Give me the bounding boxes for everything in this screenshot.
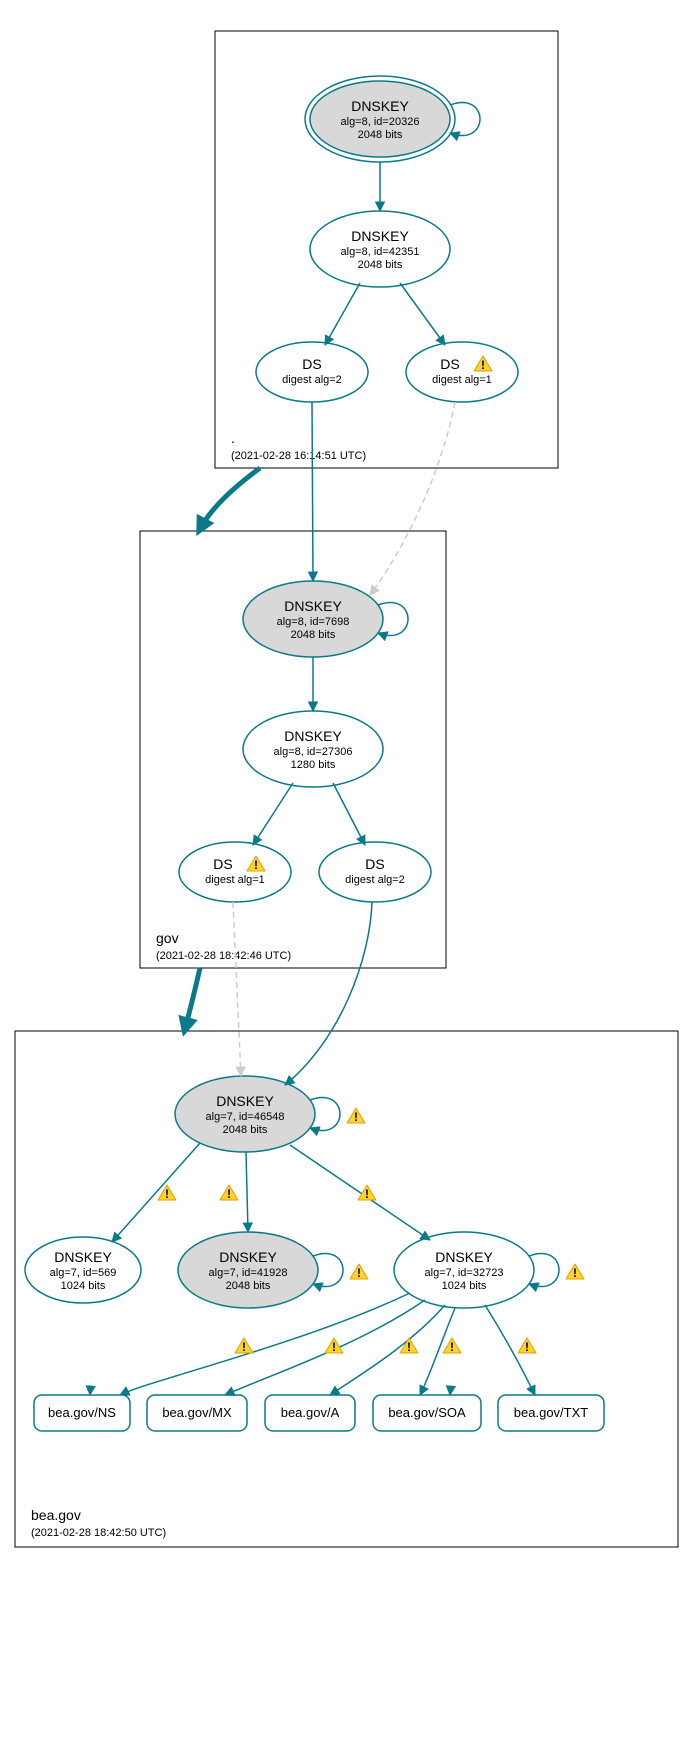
warning-icon: ! bbox=[220, 1185, 238, 1201]
warning-icon: ! bbox=[350, 1264, 368, 1280]
root-ds1-title: DS bbox=[440, 356, 459, 372]
warning-icon: ! bbox=[400, 1338, 418, 1354]
leaf-ns-label: bea.gov/NS bbox=[48, 1405, 116, 1420]
dnskey-569-l2: 1024 bits bbox=[61, 1280, 106, 1292]
warning-icon: ! bbox=[566, 1264, 584, 1280]
edge-27306-ds1 bbox=[253, 783, 293, 845]
dnskey-42351-title: DNSKEY bbox=[351, 228, 409, 244]
svg-text:!: ! bbox=[357, 1266, 361, 1280]
dnskey-7698-l2: 2048 bits bbox=[291, 629, 336, 641]
node-ds-alg1-gov bbox=[179, 842, 291, 902]
svg-text:!: ! bbox=[332, 1340, 336, 1354]
dnskey-46548-l1: alg=7, id=46548 bbox=[206, 1111, 285, 1123]
leaf-a-label: bea.gov/A bbox=[281, 1405, 340, 1420]
dnskey-27306-l1: alg=8, id=27306 bbox=[274, 746, 353, 758]
edge-32723-ns bbox=[120, 1293, 410, 1395]
warning-icon: ! bbox=[443, 1338, 461, 1354]
dnskey-7698-title: DNSKEY bbox=[284, 598, 342, 614]
edge-zone-gov-bea bbox=[185, 968, 200, 1029]
svg-text:!: ! bbox=[242, 1340, 246, 1354]
leaf-mx-label: bea.gov/MX bbox=[162, 1405, 232, 1420]
edge-32723-mx bbox=[225, 1300, 425, 1395]
edge-root-ds2-gov-7698 bbox=[312, 402, 313, 581]
zone-bea-timestamp: (2021-02-28 18:42:50 UTC) bbox=[31, 1527, 166, 1539]
dnskey-27306-l2: 1280 bits bbox=[291, 759, 336, 771]
dnskey-41928-l1: alg=7, id=41928 bbox=[209, 1267, 288, 1279]
svg-text:!: ! bbox=[254, 858, 258, 872]
root-ds1-l1: digest alg=1 bbox=[432, 374, 492, 386]
gov-ds2-l1: digest alg=2 bbox=[345, 874, 405, 886]
svg-text:!: ! bbox=[227, 1187, 231, 1201]
dnskey-42351-l2: 2048 bits bbox=[358, 259, 403, 271]
gov-ds1-title: DS bbox=[213, 856, 232, 872]
leaf-soa-label: bea.gov/SOA bbox=[388, 1405, 466, 1420]
zone-gov-label: gov bbox=[156, 930, 179, 946]
warning-icon: ! bbox=[347, 1108, 365, 1124]
svg-text:!: ! bbox=[481, 358, 485, 372]
dnskey-20326-title: DNSKEY bbox=[351, 98, 409, 114]
node-ds-alg2-gov bbox=[319, 842, 431, 902]
dnskey-569-title: DNSKEY bbox=[54, 1249, 112, 1265]
dnskey-20326-l2: 2048 bits bbox=[358, 129, 403, 141]
node-ds-alg1-root bbox=[406, 342, 518, 402]
edge-32723-a bbox=[330, 1305, 445, 1395]
dnskey-41928-title: DNSKEY bbox=[219, 1249, 277, 1265]
dnskey-32723-title: DNSKEY bbox=[435, 1249, 493, 1265]
dnskey-27306-title: DNSKEY bbox=[284, 728, 342, 744]
dnskey-46548-l2: 2048 bits bbox=[223, 1124, 268, 1136]
dnskey-20326-l1: alg=8, id=20326 bbox=[341, 116, 420, 128]
dnskey-32723-l2: 1024 bits bbox=[442, 1280, 487, 1292]
node-ds-alg2-root bbox=[256, 342, 368, 402]
dnskey-42351-l1: alg=8, id=42351 bbox=[341, 246, 420, 258]
svg-text:!: ! bbox=[354, 1110, 358, 1124]
dnskey-41928-l2: 2048 bits bbox=[226, 1280, 271, 1292]
warning-icon: ! bbox=[518, 1338, 536, 1354]
dnssec-diagram: . (2021-02-28 16:14:51 UTC) DNSKEY alg=8… bbox=[0, 0, 691, 1762]
svg-text:!: ! bbox=[525, 1340, 529, 1354]
dnskey-46548-title: DNSKEY bbox=[216, 1093, 274, 1109]
dnskey-569-l1: alg=7, id=569 bbox=[50, 1267, 117, 1279]
edge-46548-32723 bbox=[290, 1145, 430, 1240]
edge-zone-root-gov bbox=[200, 468, 260, 529]
edge-gov-ds1-bea-46548 bbox=[233, 902, 241, 1076]
svg-text:!: ! bbox=[450, 1340, 454, 1354]
svg-text:!: ! bbox=[573, 1266, 577, 1280]
zone-root-label: . bbox=[231, 430, 235, 446]
root-ds2-title: DS bbox=[302, 356, 321, 372]
root-ds2-l1: digest alg=2 bbox=[282, 374, 342, 386]
warning-icon: ! bbox=[235, 1338, 253, 1354]
edge-42351-ds1 bbox=[400, 283, 445, 345]
gov-ds1-l1: digest alg=1 bbox=[205, 874, 265, 886]
svg-text:!: ! bbox=[407, 1340, 411, 1354]
zone-gov-timestamp: (2021-02-28 18:42:46 UTC) bbox=[156, 950, 291, 962]
gov-ds2-title: DS bbox=[365, 856, 384, 872]
zone-root-timestamp: (2021-02-28 16:14:51 UTC) bbox=[231, 450, 366, 462]
dnskey-7698-l1: alg=8, id=7698 bbox=[277, 616, 350, 628]
dnskey-32723-l1: alg=7, id=32723 bbox=[425, 1267, 504, 1279]
edge-27306-ds2 bbox=[333, 783, 365, 845]
edge-42351-ds2 bbox=[325, 283, 360, 345]
edge-46548-41928 bbox=[246, 1152, 248, 1232]
leaf-txt-label: bea.gov/TXT bbox=[514, 1405, 588, 1420]
edge-46548-569 bbox=[112, 1143, 200, 1242]
svg-text:!: ! bbox=[365, 1187, 369, 1201]
edge-root-ds1-gov-7698 bbox=[370, 402, 455, 595]
edge-gov-ds2-bea-46548 bbox=[285, 902, 372, 1085]
zone-bea-label: bea.gov bbox=[31, 1507, 81, 1523]
